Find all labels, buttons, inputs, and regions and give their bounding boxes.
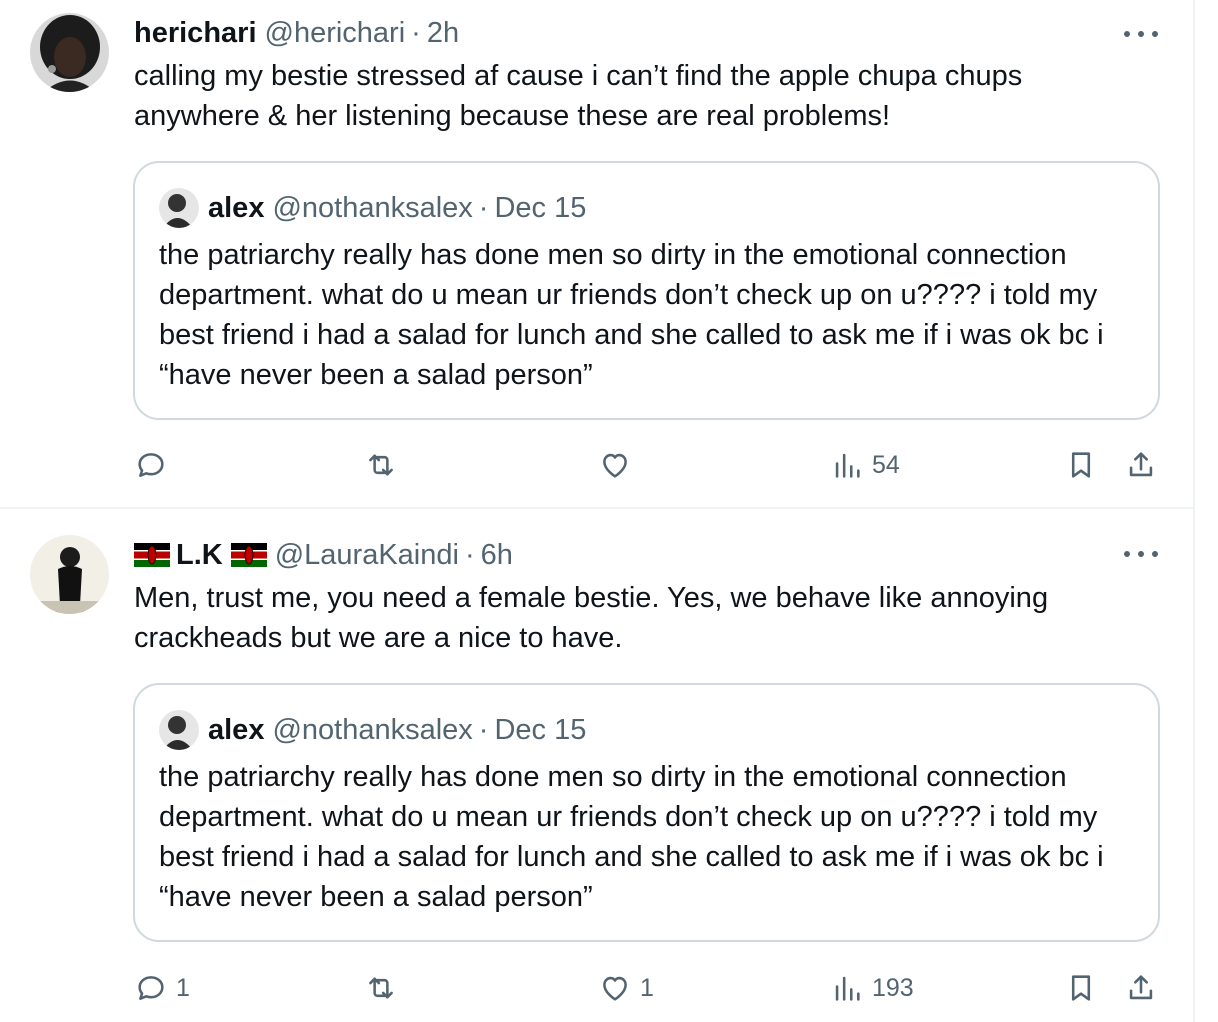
action-bar: 1 1 193 — [0, 966, 1193, 1010]
repost-button[interactable] — [364, 443, 406, 487]
views-icon — [835, 453, 860, 478]
quoted-tweet[interactable]: alex @nothanksalex · Dec 15 the patriarc… — [133, 161, 1160, 420]
heart-icon — [603, 976, 627, 1001]
quoted-header: alex @nothanksalex · Dec 15 — [208, 710, 586, 750]
tweet[interactable]: L.K @LauraKaindi · 6h Men, trust me, you… — [0, 511, 1193, 1022]
heart-icon — [603, 453, 627, 478]
avatar[interactable] — [30, 13, 109, 92]
quoted-author-handle: @nothanksalex — [272, 191, 473, 224]
share-icon — [1129, 975, 1153, 1000]
views-count: 54 — [872, 450, 900, 479]
kenya-flag-icon — [230, 543, 267, 567]
action-bar: 54 — [0, 443, 1193, 487]
separator-dot: · — [464, 538, 475, 571]
bookmark-button[interactable] — [1064, 966, 1098, 1010]
tweet-text: Men, trust me, you need a female bestie.… — [134, 582, 1049, 654]
more-icon[interactable] — [1124, 26, 1158, 42]
tweet-text: calling my bestie stressed af cause i ca… — [134, 60, 1023, 132]
quoted-text: the patriarchy really has done men so di… — [159, 761, 1104, 913]
avatar[interactable] — [30, 535, 109, 614]
share-button[interactable] — [1124, 966, 1158, 1010]
separator-dot: · — [478, 713, 489, 746]
quoted-header: alex @nothanksalex · Dec 15 — [208, 188, 586, 228]
author-name[interactable]: L.K — [176, 539, 223, 572]
views-button[interactable]: 54 — [830, 443, 900, 487]
tweet[interactable]: herichari @herichari · 2h calling my bes… — [0, 0, 1193, 509]
bookmark-icon — [1071, 452, 1091, 478]
author-handle[interactable]: @herichari — [265, 17, 406, 50]
quoted-author-name: alex — [208, 713, 265, 746]
reply-button[interactable] — [134, 443, 176, 487]
quoted-text: the patriarchy really has done men so di… — [159, 239, 1104, 391]
quoted-avatar — [159, 710, 199, 750]
author-name[interactable]: herichari — [134, 17, 257, 50]
like-button[interactable]: 1 — [598, 966, 654, 1010]
timeline-feed: herichari @herichari · 2h calling my bes… — [0, 0, 1193, 1022]
tweet-header: L.K @LauraKaindi · 6h — [134, 535, 513, 575]
quoted-author-handle: @nothanksalex — [272, 713, 473, 746]
repost-button[interactable] — [364, 966, 406, 1010]
author-handle[interactable]: @LauraKaindi — [275, 539, 459, 572]
views-button[interactable]: 193 — [830, 966, 914, 1010]
more-icon[interactable] — [1124, 546, 1158, 562]
bookmark-button[interactable] — [1064, 443, 1098, 487]
reply-icon — [138, 976, 164, 1000]
share-icon — [1129, 452, 1153, 477]
kenya-flag-icon — [134, 543, 170, 567]
repost-icon — [369, 454, 393, 476]
quoted-author-name: alex — [208, 191, 265, 224]
quoted-avatar — [159, 188, 199, 228]
quoted-tweet[interactable]: alex @nothanksalex · Dec 15 the patriarc… — [133, 683, 1160, 942]
views-icon — [835, 976, 860, 1001]
quoted-timestamp: Dec 15 — [494, 713, 587, 746]
reply-count: 1 — [176, 973, 190, 1002]
tweet-timestamp[interactable]: 6h — [481, 539, 513, 572]
bookmark-icon — [1071, 975, 1091, 1001]
tweet-timestamp[interactable]: 2h — [427, 17, 459, 50]
separator-dot: · — [478, 191, 489, 224]
share-button[interactable] — [1124, 443, 1158, 487]
reply-icon — [138, 453, 164, 477]
like-count: 1 — [640, 973, 654, 1002]
repost-icon — [369, 977, 393, 999]
column-border — [1193, 0, 1195, 1022]
views-count: 193 — [872, 973, 914, 1002]
quoted-timestamp: Dec 15 — [494, 191, 587, 224]
like-button[interactable] — [598, 443, 640, 487]
separator-dot: · — [411, 16, 421, 49]
reply-button[interactable]: 1 — [134, 966, 190, 1010]
tweet-header: herichari @herichari · 2h — [134, 13, 459, 53]
